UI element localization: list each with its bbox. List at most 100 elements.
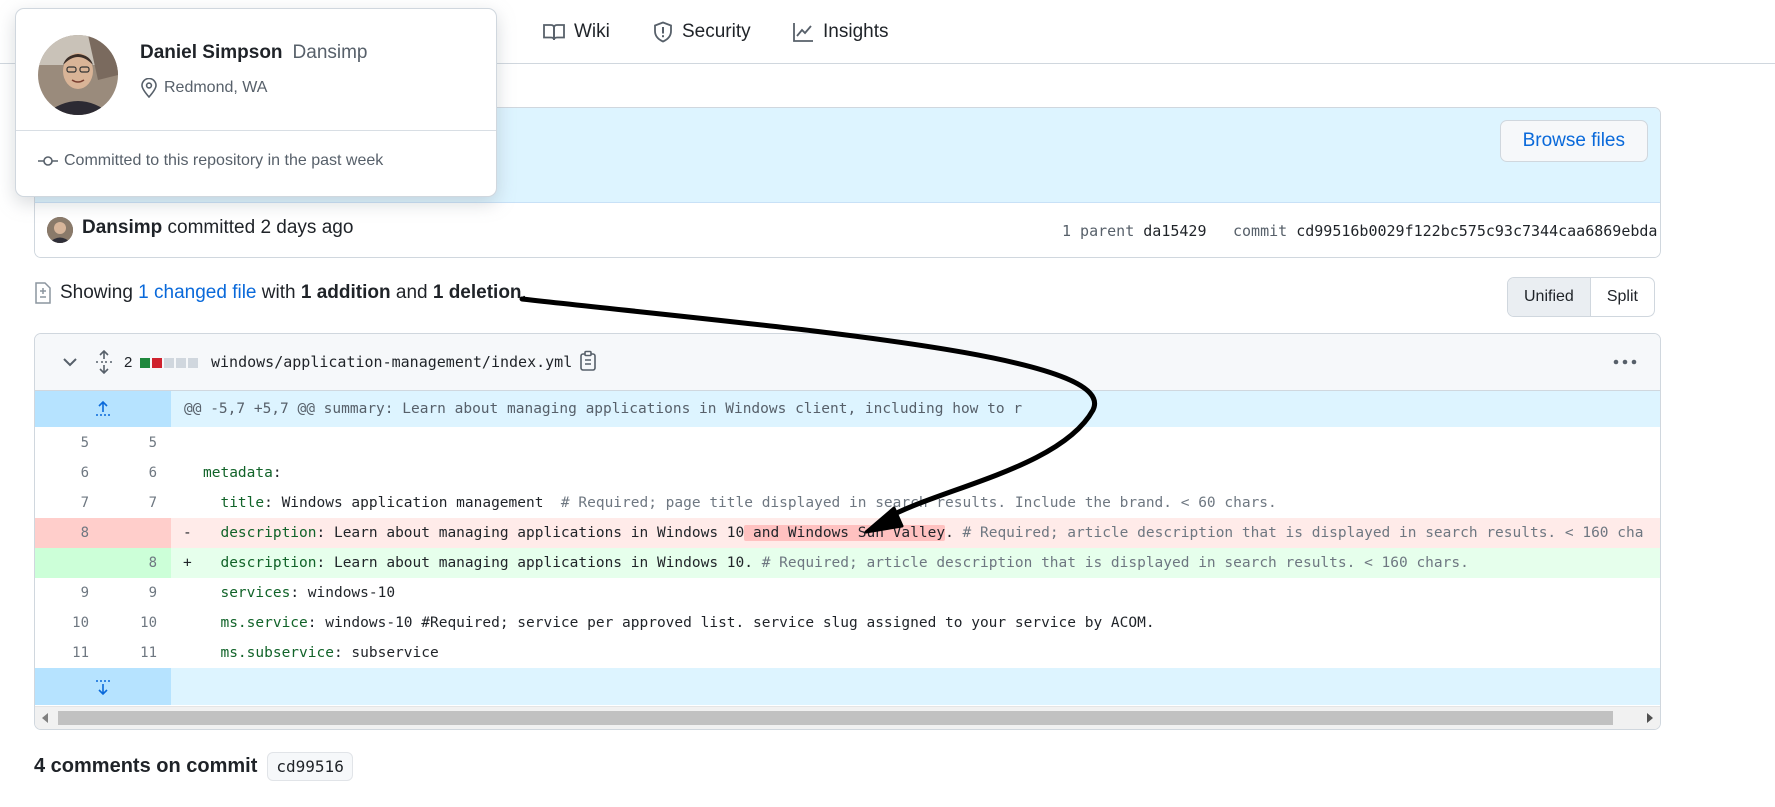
commit-sha[interactable]: cd99516b0029f122bc575c93c7344caa6869ebda	[1296, 222, 1657, 240]
author-line: Dansimp committed 2 days ago	[82, 217, 353, 239]
unified-button[interactable]: Unified	[1508, 278, 1591, 316]
old-line-number[interactable]: 5	[35, 428, 103, 458]
diff-file: 2 windows/application-management/index.y…	[34, 333, 1661, 730]
old-line-number[interactable]: 8	[35, 518, 103, 548]
stat-block-neutral	[176, 357, 187, 368]
new-line-number[interactable]: 9	[103, 578, 171, 608]
diff-line: 5 5	[35, 428, 1660, 458]
yaml-value: :	[272, 465, 282, 481]
comments-heading: 4 comments on commit cd99516	[34, 752, 353, 781]
change-count: 2	[124, 354, 133, 371]
and-text: and	[395, 282, 428, 303]
diff-lines: @@ -5,7 +5,7 @@ summary: Learn about man…	[35, 391, 1660, 705]
line-code: description: Learn about managing applic…	[203, 548, 1469, 578]
committed-text: committed 2 days ago	[167, 217, 354, 238]
yaml-value: .	[945, 525, 963, 541]
nav-item-label: Security	[682, 21, 751, 42]
old-line-number[interactable]: 11	[35, 638, 103, 668]
diff-stat-blocks	[138, 357, 199, 368]
author-avatar[interactable]	[47, 217, 73, 243]
diff-sign: +	[183, 555, 192, 571]
yaml-value: : Learn about managing applications in W…	[316, 525, 745, 541]
hovercard-footer: Committed to this repository in the past…	[38, 152, 383, 170]
diff-line: 11 11 ms.subservice: subservice	[35, 638, 1660, 668]
yaml-value: : Windows application management	[264, 495, 561, 511]
yaml-key: title	[203, 495, 265, 511]
stat-block-neutral	[188, 357, 199, 368]
parent-info: 1 parent da15429	[1062, 222, 1207, 240]
with-text: with	[261, 282, 296, 303]
yaml-key: description	[203, 525, 317, 541]
nav-item-wiki[interactable]: Wiki	[543, 17, 610, 47]
changed-files-link[interactable]: 1 changed file	[138, 282, 256, 304]
hovercard-location: Redmond, WA	[140, 78, 267, 98]
stat-block-neutral	[164, 357, 175, 368]
nav-item-insights[interactable]: Insights	[792, 17, 888, 47]
diff-line: 9 9 services: windows-10	[35, 578, 1660, 608]
old-line-number[interactable]: 7	[35, 488, 103, 518]
horizontal-scrollbar[interactable]	[35, 706, 1660, 729]
deletions-count: 1 deletion	[432, 282, 522, 303]
yaml-key: metadata	[203, 465, 273, 481]
new-line-number[interactable]: 7	[103, 488, 171, 518]
commit-meta-bar: Dansimp committed 2 days ago 1 parent da…	[35, 203, 1660, 257]
nav-item-security[interactable]: Security	[653, 17, 751, 47]
commit-icon	[38, 156, 58, 166]
new-line-number[interactable]: 10	[103, 608, 171, 638]
line-code: metadata:	[203, 458, 282, 488]
unfold-icon[interactable]	[95, 350, 113, 374]
new-line-number[interactable]: 11	[103, 638, 171, 668]
hovercard-location-text: Redmond, WA	[164, 79, 268, 96]
old-line-number[interactable]: 10	[35, 608, 103, 638]
avatar-image	[38, 35, 118, 115]
old-line-number[interactable]: 9	[35, 578, 103, 608]
avatar-image	[47, 217, 73, 243]
old-line-number[interactable]	[35, 548, 103, 578]
hunk-header-row: @@ -5,7 +5,7 @@ summary: Learn about man…	[35, 391, 1660, 427]
parent-sha-link[interactable]: da15429	[1143, 222, 1206, 240]
hovercard-full-name[interactable]: Daniel Simpson	[140, 42, 283, 64]
diff-line: 7 7 title: Windows application managemen…	[35, 488, 1660, 518]
scrollbar-thumb[interactable]	[58, 711, 1613, 725]
new-line-number[interactable]	[103, 518, 171, 548]
stat-block-added	[140, 357, 151, 368]
diff-line: 10 10 ms.service: windows-10 #Required; …	[35, 608, 1660, 638]
location-icon	[141, 78, 157, 98]
nav-item-label: Insights	[823, 21, 889, 42]
line-code: ms.subservice: subservice	[203, 638, 439, 668]
kebab-menu-icon[interactable]	[1612, 358, 1638, 366]
user-hovercard: Daniel Simpson Dansimp Redmond, WA Commi…	[15, 8, 497, 197]
yaml-comment: # Required; article description that is …	[761, 555, 1469, 571]
copy-icon[interactable]	[579, 350, 597, 372]
line-code: description: Learn about managing applic…	[203, 518, 1643, 548]
diff-line: 6 6 metadata:	[35, 458, 1660, 488]
new-line-number[interactable]: 5	[103, 428, 171, 458]
line-code: services: windows-10	[203, 578, 395, 608]
graph-icon	[793, 23, 813, 42]
split-button[interactable]: Split	[1591, 278, 1654, 316]
browse-files-button[interactable]: Browse files	[1499, 120, 1648, 162]
yaml-value: : Learn about managing applications in W…	[316, 555, 762, 571]
expand-down-button[interactable]	[35, 668, 171, 705]
expand-up-button[interactable]	[35, 391, 171, 427]
file-path-link[interactable]: windows/application-management/index.yml	[211, 353, 572, 371]
line-code: ms.service: windows-10 #Required; servic…	[203, 608, 1154, 638]
old-line-number[interactable]: 6	[35, 458, 103, 488]
hovercard-avatar[interactable]	[38, 35, 118, 115]
hovercard-login[interactable]: Dansimp	[293, 42, 368, 64]
author-link[interactable]: Dansimp	[82, 217, 162, 238]
yaml-comment: # Required; page title displayed in sear…	[560, 495, 1277, 511]
new-line-number[interactable]: 6	[103, 458, 171, 488]
scroll-left-icon[interactable]	[41, 713, 49, 723]
scroll-right-icon[interactable]	[1646, 713, 1654, 723]
new-line-number[interactable]: 8	[103, 548, 171, 578]
yaml-key: ms.service	[203, 615, 308, 631]
chevron-down-icon[interactable]	[62, 354, 78, 370]
hovercard-footer-text: Committed to this repository in the past…	[64, 152, 384, 169]
comments-title: 4 comments on commit	[34, 755, 258, 777]
hovercard-name-line: Daniel Simpson Dansimp	[140, 42, 368, 64]
yaml-key: description	[203, 555, 317, 571]
hunk-header-text: @@ -5,7 +5,7 @@ summary: Learn about man…	[184, 401, 1023, 417]
file-header: 2 windows/application-management/index.y…	[35, 334, 1660, 391]
yaml-value: : subservice	[333, 645, 439, 661]
